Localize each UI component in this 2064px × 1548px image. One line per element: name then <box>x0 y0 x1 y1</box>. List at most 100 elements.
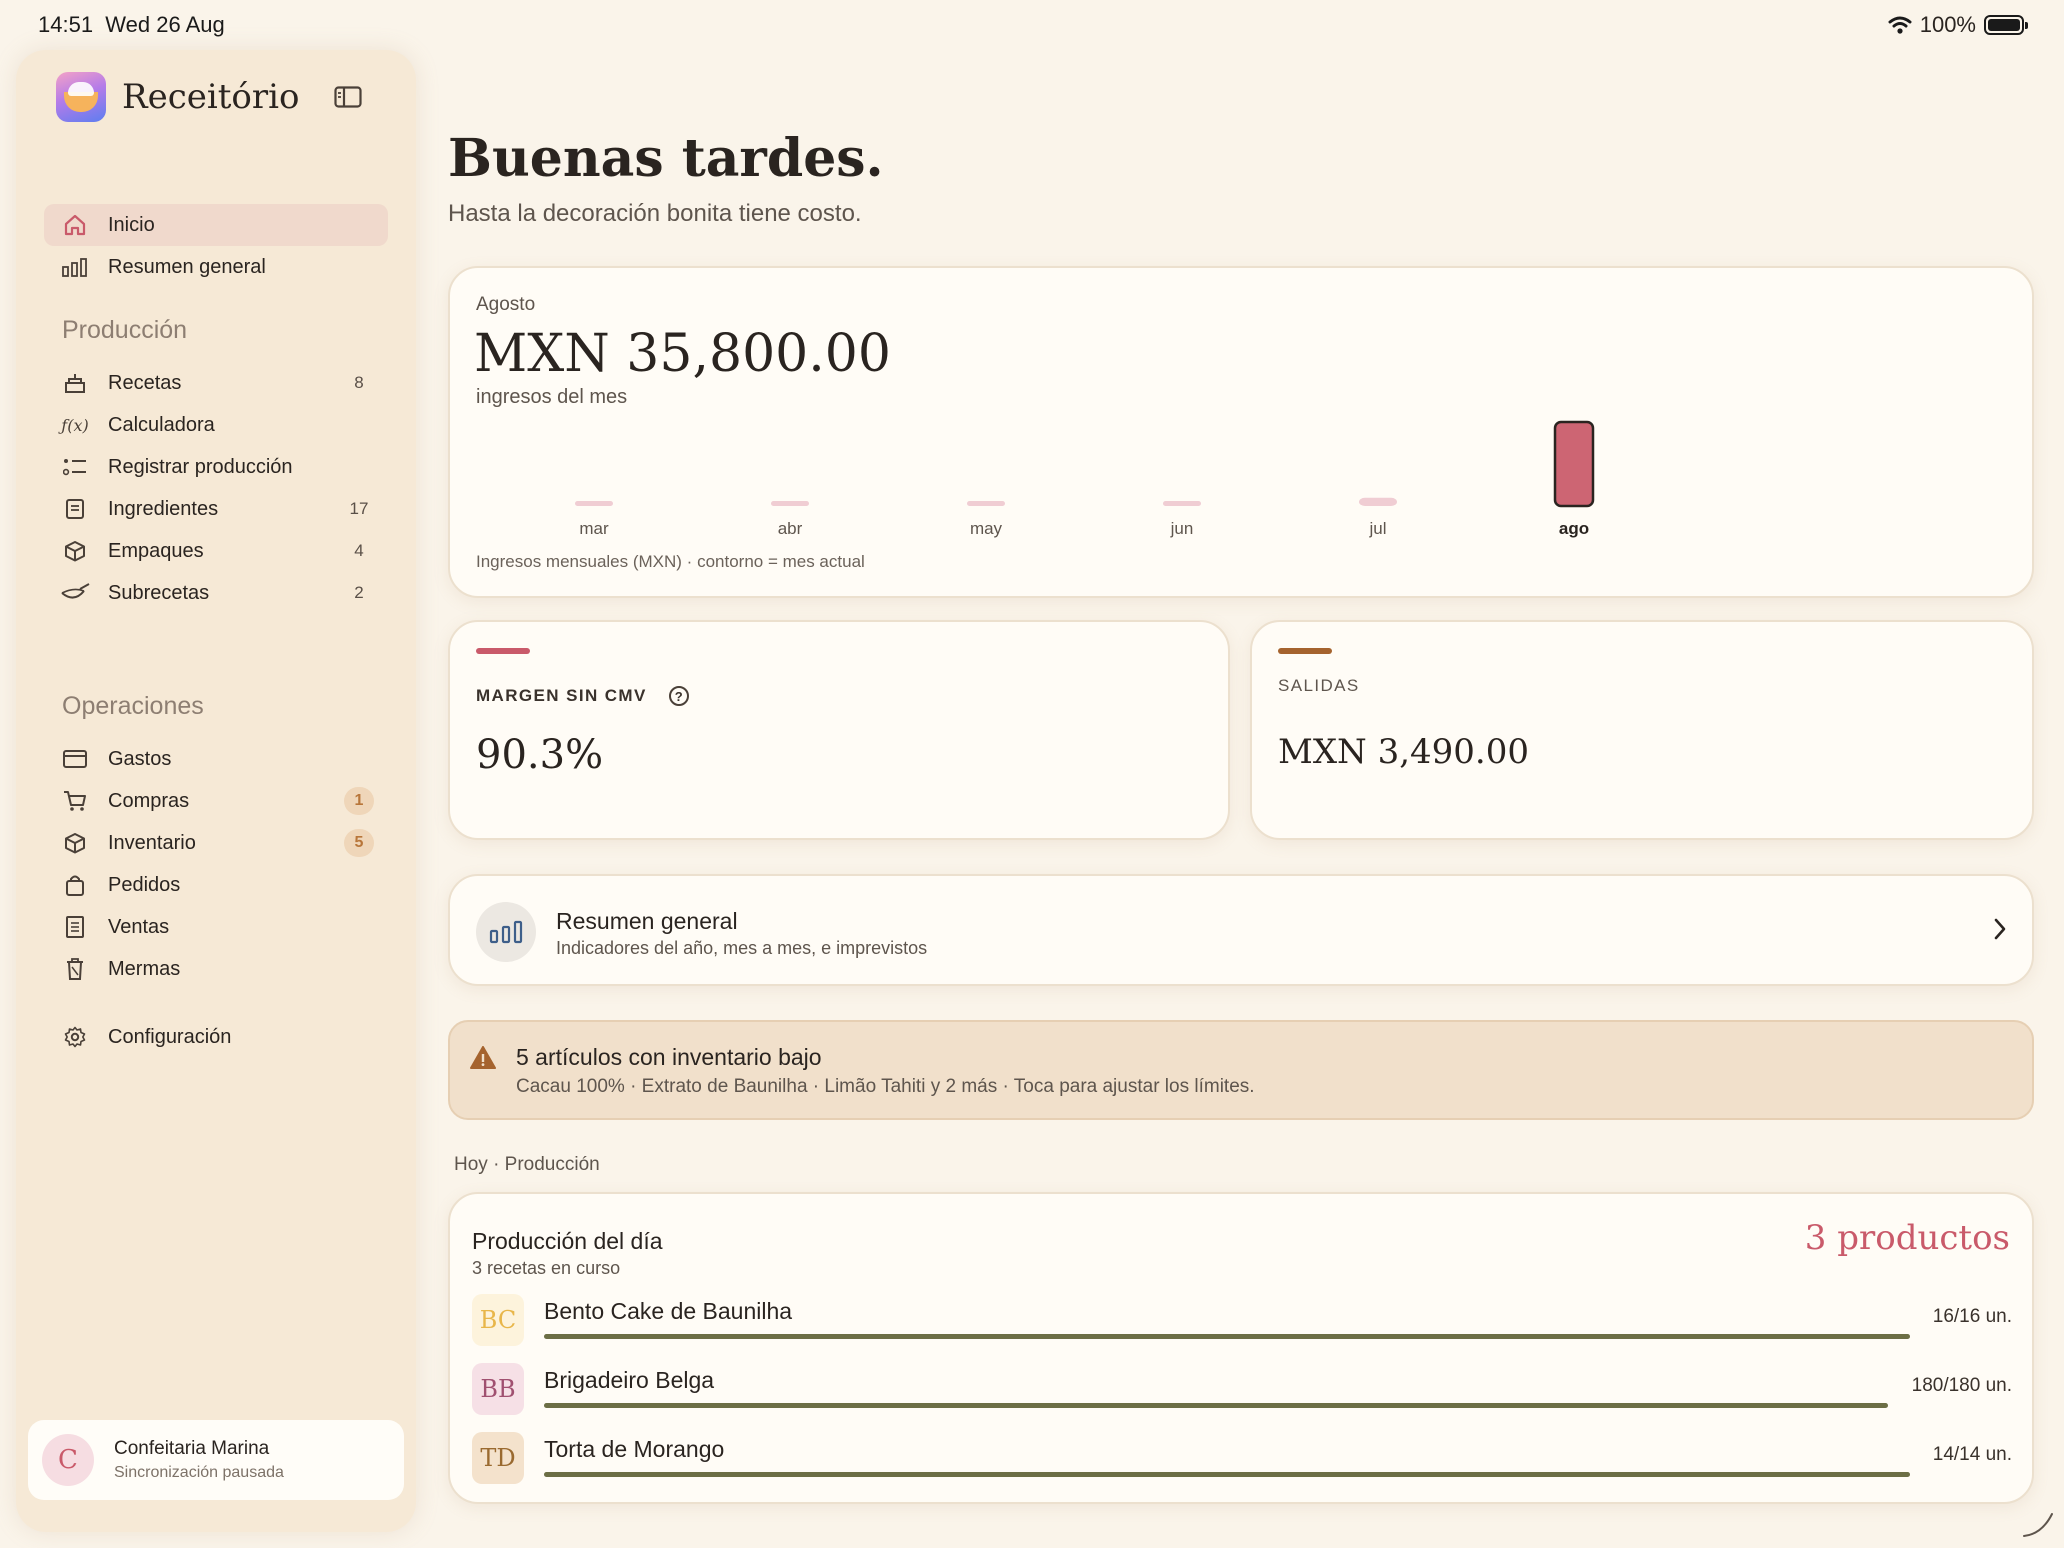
sidebar-item-inicio[interactable]: Inicio <box>44 204 388 246</box>
margin-value: 90.3% <box>476 732 604 778</box>
wifi-icon <box>1888 16 1912 34</box>
progress-track <box>544 1334 1910 1339</box>
sidebar-item-mermas[interactable]: Mermas <box>44 948 388 990</box>
sidebar-toggle-icon[interactable] <box>334 86 362 108</box>
progress-track <box>544 1472 1910 1477</box>
production-row[interactable]: TD Torta de Morango 14/14 un. <box>472 1432 2012 1501</box>
box-icon <box>60 539 90 563</box>
account-name: Confeitaria Marina <box>114 1438 270 1459</box>
sidebar-item-configuracion[interactable]: Configuración <box>44 1016 388 1058</box>
production-list: BC Bento Cake de Baunilha 16/16 un. BB B… <box>472 1294 2012 1501</box>
chart-bar-abr <box>771 501 809 506</box>
progress-track <box>544 1403 1888 1408</box>
function-icon: ƒ(x) <box>61 415 89 435</box>
product-quantity: 16/16 un. <box>1932 1306 2012 1327</box>
cart-icon <box>60 789 90 813</box>
badge-inventario: 5 <box>344 829 374 857</box>
chart-tick-ago: ago <box>1559 519 1589 538</box>
sidebar-item-ingredientes[interactable]: Ingredientes 17 <box>44 488 388 530</box>
badge-compras: 1 <box>344 787 374 815</box>
alert-detail: Cacau 100% · Extrato de Baunilha · Limão… <box>516 1076 1255 1097</box>
battery-icon <box>1984 15 2028 35</box>
revenue-card[interactable]: Agosto MXN 35,800.00 ingresos del mes ma… <box>448 266 2034 598</box>
outflow-card: SALIDAS MXN 3,490.00 <box>1250 620 2034 840</box>
production-row[interactable]: BB Brigadeiro Belga 180/180 un. <box>472 1363 2012 1432</box>
section-title-produccion: Producción <box>62 315 188 344</box>
list-clipboard-icon <box>60 497 90 521</box>
product-quantity: 180/180 un. <box>1911 1375 2012 1396</box>
chart-bar-may <box>967 501 1005 506</box>
outflow-label: SALIDAS <box>1278 676 1360 695</box>
avatar: C <box>42 1434 94 1486</box>
status-time: 14:51 Wed 26 Aug <box>38 12 225 37</box>
sidebar-item-registrar-produccion[interactable]: Registrar producción <box>44 446 388 488</box>
bag-icon <box>60 873 90 897</box>
bar-chart-icon <box>476 902 536 962</box>
sidebar-item-recetas[interactable]: Recetas 8 <box>44 362 388 404</box>
sidebar-item-empaques[interactable]: Empaques 4 <box>44 530 388 572</box>
production-row[interactable]: BC Bento Cake de Baunilha 16/16 un. <box>472 1294 2012 1363</box>
sidebar-item-resumen-general[interactable]: Resumen general <box>44 246 388 288</box>
credit-card-icon <box>60 747 90 771</box>
sidebar-item-gastos[interactable]: Gastos <box>44 738 388 780</box>
margin-accent-bar <box>476 648 530 654</box>
chart-tick-abr: abr <box>778 519 803 538</box>
low-inventory-alert[interactable]: 5 artículos con inventario bajo Cacau 10… <box>448 1020 2034 1120</box>
count-recetas: 8 <box>354 373 364 392</box>
sidebar-item-compras[interactable]: Compras 1 <box>44 780 388 822</box>
receipt-icon <box>60 915 90 939</box>
sidebar-item-calculadora[interactable]: ƒ(x) Calculadora <box>44 404 388 446</box>
count-ingredientes: 17 <box>349 499 369 518</box>
sidebar-item-pedidos[interactable]: Pedidos <box>44 864 388 906</box>
progress-bar <box>544 1403 1888 1408</box>
product-quantity: 14/14 un. <box>1932 1444 2012 1465</box>
chart-bar-jul <box>1359 497 1397 506</box>
revenue-month: Agosto <box>476 294 536 315</box>
product-initials: TD <box>472 1432 524 1484</box>
account-sync-status: Sincronización pausada <box>114 1464 284 1481</box>
operations-nav: Operaciones Gastos Compras 1 Inventario … <box>44 674 388 990</box>
product-initials: BB <box>472 1363 524 1415</box>
help-icon[interactable]: ? <box>668 686 689 706</box>
chart-tick-may: may <box>970 519 1003 538</box>
settings-nav: Configuración <box>44 1016 388 1058</box>
resize-handle-icon[interactable] <box>2020 1504 2056 1540</box>
brand: Receitório <box>56 72 300 122</box>
page-subtitle: Hasta la decoración bonita tiene costo. <box>448 200 862 227</box>
chart-tick-mar: mar <box>579 519 609 538</box>
chart-bar-mar <box>575 501 613 506</box>
chart-bar-jun <box>1163 501 1201 506</box>
revenue-amount: MXN 35,800.00 <box>474 324 891 384</box>
cake-icon <box>60 371 90 395</box>
product-name: Torta de Morango <box>544 1436 725 1462</box>
product-initials: BC <box>472 1294 524 1346</box>
chart-footnote: Ingresos mensuales (MXN) · contorno = me… <box>476 552 865 571</box>
battery-percent: 100% <box>1919 12 1976 37</box>
sidebar-item-inventario[interactable]: Inventario 5 <box>44 822 388 864</box>
status-bar: 14:51 Wed 26 Aug 100% <box>0 0 2064 48</box>
bar-chart-icon <box>60 255 90 279</box>
margin-card: MARGEN SIN CMV ? 90.3% <box>448 620 1230 840</box>
account-card[interactable]: C Confeitaria Marina Sincronización paus… <box>28 1420 404 1500</box>
revenue-caption: ingresos del mes <box>476 386 628 408</box>
section-title-operaciones: Operaciones <box>62 691 204 720</box>
whisk-icon <box>60 581 90 605</box>
daily-production-card[interactable]: Producción del día 3 recetas en curso 3 … <box>448 1192 2034 1504</box>
sidebar: Receitório Inicio Resumen general Produc… <box>16 50 416 1532</box>
sidebar-item-ventas[interactable]: Ventas <box>44 906 388 948</box>
count-subrecetas: 2 <box>354 583 364 602</box>
overview-title: Resumen general <box>556 908 738 934</box>
production-subtitle: 3 recetas en curso <box>472 1258 621 1278</box>
page-title: Buenas tardes. <box>448 128 884 189</box>
gear-icon <box>60 1025 90 1049</box>
section-header-today: Hoy · Producción <box>454 1154 600 1175</box>
overview-link-card[interactable]: Resumen general Indicadores del año, mes… <box>448 874 2034 986</box>
home-icon <box>60 213 90 237</box>
production-nav: Producción Recetas 8 ƒ(x) Calculadora Re… <box>44 298 388 614</box>
overview-subtitle: Indicadores del año, mes a mes, e imprev… <box>556 938 928 958</box>
app-name: Receitório <box>122 77 300 117</box>
sidebar-item-subrecetas[interactable]: Subrecetas 2 <box>44 572 388 614</box>
warning-icon <box>470 1046 496 1069</box>
production-title: Producción del día <box>472 1228 663 1254</box>
alert-title: 5 artículos con inventario bajo <box>516 1044 822 1070</box>
